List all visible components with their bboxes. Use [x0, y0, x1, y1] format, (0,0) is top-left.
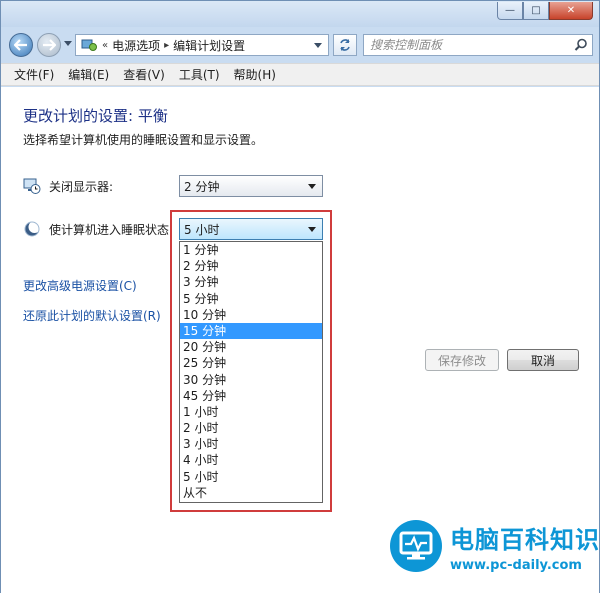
window-controls: — □ ✕ — [497, 2, 593, 20]
refresh-button[interactable] — [333, 34, 357, 56]
maximize-button[interactable]: □ — [523, 2, 549, 20]
control-panel-icon — [80, 38, 98, 52]
arrow-left-icon — [14, 39, 27, 51]
refresh-icon — [340, 39, 350, 51]
breadcrumb-separator-icon[interactable]: ▸ — [164, 40, 169, 51]
search-input[interactable] — [364, 35, 564, 55]
menu-edit[interactable]: 编辑(E) — [61, 66, 116, 83]
monitor-clock-icon — [23, 177, 41, 195]
cancel-button[interactable]: 取消 — [507, 349, 579, 371]
address-dropdown-icon[interactable] — [314, 43, 322, 48]
search-icon[interactable] — [574, 38, 588, 55]
search-box[interactable] — [363, 34, 593, 56]
address-bar[interactable]: « 电源选项 ▸ 编辑计划设置 — [75, 34, 329, 56]
title-bar[interactable]: — □ ✕ — [1, 1, 599, 27]
menu-help[interactable]: 帮助(H) — [227, 66, 283, 83]
advanced-power-settings-link[interactable]: 更改高级电源设置(C) — [23, 277, 137, 294]
page-subtitle: 选择希望计算机使用的睡眠设置和显示设置。 — [23, 133, 264, 147]
breadcrumb-power-options[interactable]: 电源选项 — [112, 37, 160, 54]
recent-pages-dropdown[interactable] — [64, 41, 72, 46]
watermark-title: 电脑百科知识 — [450, 526, 600, 554]
sleep-setting: 使计算机进入睡眠状态: — [23, 220, 173, 238]
menu-file[interactable]: 文件(F) — [7, 66, 61, 83]
watermark-logo-icon — [390, 520, 442, 572]
forward-button[interactable] — [37, 33, 61, 57]
chevron-down-icon — [308, 184, 316, 189]
navigation-bar: « 电源选项 ▸ 编辑计划设置 — [1, 29, 599, 61]
page-title: 更改计划的设置: 平衡 — [23, 107, 168, 125]
site-watermark: 电脑百科知识 www.pc-daily.com — [388, 514, 600, 592]
annotation-highlight-box — [170, 210, 332, 512]
menu-bar: 文件(F) 编辑(E) 查看(V) 工具(T) 帮助(H) — [1, 63, 599, 86]
display-off-value: 2 分钟 — [184, 179, 220, 194]
arrow-right-icon — [43, 39, 56, 51]
menu-tools[interactable]: 工具(T) — [172, 66, 227, 83]
display-off-select[interactable]: 2 分钟 — [179, 175, 323, 197]
back-button[interactable] — [9, 33, 33, 57]
restore-defaults-link[interactable]: 还原此计划的默认设置(R) — [23, 307, 161, 324]
display-off-setting: 关闭显示器: — [23, 177, 113, 195]
breadcrumb-edit-plan[interactable]: 编辑计划设置 — [173, 37, 245, 54]
moon-icon — [23, 220, 41, 238]
sleep-label: 使计算机进入睡眠状态: — [49, 222, 174, 237]
minimize-button[interactable]: — — [497, 2, 523, 20]
close-button[interactable]: ✕ — [549, 2, 593, 20]
watermark-url: www.pc-daily.com — [450, 558, 582, 573]
breadcrumb-overflow-icon[interactable]: « — [102, 40, 108, 51]
control-panel-window: — □ ✕ « 电源选项 ▸ 编辑计划设置 搜索控制面板 文件(F) 编辑(E)… — [0, 0, 600, 593]
save-button[interactable]: 保存修改 — [425, 349, 499, 371]
display-off-label: 关闭显示器: — [49, 179, 114, 194]
menu-view[interactable]: 查看(V) — [116, 66, 172, 83]
